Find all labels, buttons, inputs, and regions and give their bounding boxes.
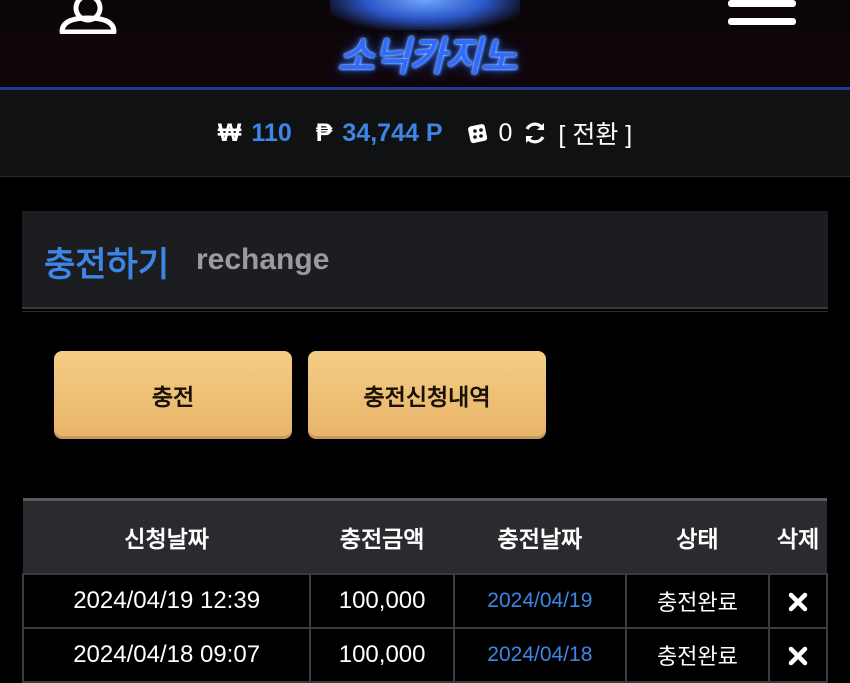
won-symbol: ₩ xyxy=(217,118,242,147)
col-charge-date: 충전날짜 xyxy=(497,527,583,553)
page-subtitle: rechange xyxy=(196,243,330,276)
cell-charge-date: 2024/04/18 xyxy=(453,627,627,683)
col-delete: 삭제 xyxy=(776,527,820,553)
point-balance: 34,744 P xyxy=(342,118,443,147)
delete-icon[interactable] xyxy=(788,646,808,666)
dice-count: 0 xyxy=(498,118,513,147)
hamburger-menu-icon[interactable] xyxy=(728,0,796,30)
table-row: 2024/04/19 12:39 100,000 2024/04/19 충전완료 xyxy=(21,573,828,629)
logo-text: 소닉카지노 xyxy=(337,34,518,80)
cell-request-date: 2024/04/18 09:07 xyxy=(21,627,312,683)
refresh-icon[interactable] xyxy=(522,120,548,146)
table-header-row: 신청날짜 충전금액 충전날짜 상태 삭제 xyxy=(23,499,827,574)
table-row: 2024/04/18 09:07 100,000 2024/04/18 충전완료 xyxy=(21,627,828,683)
cell-request-date: 2024/04/19 12:39 xyxy=(21,573,312,629)
col-status: 상태 xyxy=(676,527,719,553)
charge-history-button[interactable]: 충전신청내역 xyxy=(308,351,546,439)
delete-icon[interactable] xyxy=(788,592,808,612)
page-title: 충전하기 xyxy=(44,245,170,285)
section-divider xyxy=(22,311,828,312)
won-balance: 110 xyxy=(251,118,292,147)
cell-amount: 100,000 xyxy=(309,573,455,629)
logo[interactable]: 소닉카지노 xyxy=(300,0,550,80)
user-icon[interactable] xyxy=(58,0,118,34)
convert-link[interactable]: [ 전환 ] xyxy=(558,115,632,151)
balance-bar: ₩ 110 ₱ 34,744 P 0 [ 전환 ] xyxy=(0,90,850,177)
cell-amount: 100,000 xyxy=(309,627,455,683)
cell-charge-date: 2024/04/19 xyxy=(453,573,627,629)
header: 소닉카지노 xyxy=(0,0,850,90)
charge-button[interactable]: 충전 xyxy=(54,351,292,439)
point-symbol: ₱ xyxy=(315,118,333,147)
cell-status: 충전완료 xyxy=(624,573,771,629)
cell-delete xyxy=(768,627,828,683)
cell-delete xyxy=(768,573,828,629)
col-amount: 충전금액 xyxy=(339,527,425,553)
cell-status: 충전완료 xyxy=(624,627,771,683)
charge-history-table: 신청날짜 충전금액 충전날짜 상태 삭제 2024/04/19 12:39 10… xyxy=(21,498,828,683)
page-title-panel: 충전하기 rechange xyxy=(22,211,828,309)
col-request-date: 신청날짜 xyxy=(124,527,209,553)
dice-icon xyxy=(467,124,487,144)
